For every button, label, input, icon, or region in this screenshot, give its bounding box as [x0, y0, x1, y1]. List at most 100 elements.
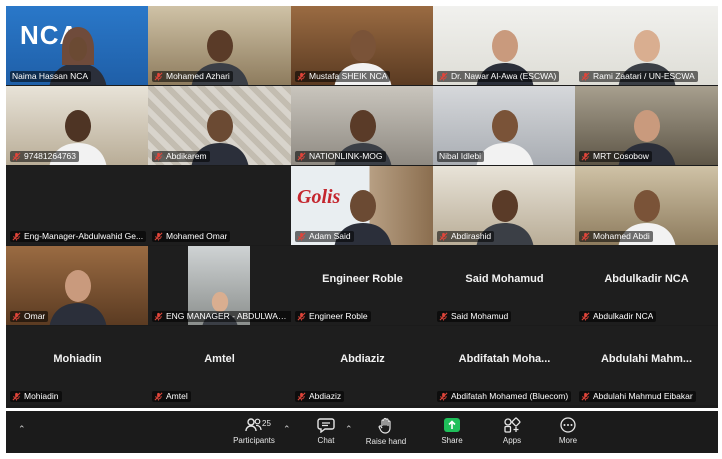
- participant-display-name: Abdiaziz: [340, 352, 385, 365]
- participant-name-label: Abdulahi Mahmud Eibakar: [579, 391, 696, 402]
- muted-mic-icon: [297, 232, 306, 241]
- video-tile[interactable]: Dr. Nawar Al-Awa (ESCWA): [433, 6, 576, 85]
- muted-mic-icon: [581, 392, 590, 401]
- muted-mic-icon: [439, 392, 448, 401]
- muted-mic-icon: [297, 312, 306, 321]
- participant-name-label: 97481264763: [10, 151, 80, 162]
- muted-mic-icon: [439, 312, 448, 321]
- raise-hand-button[interactable]: Raise hand: [356, 414, 416, 450]
- participants-count: 25: [262, 419, 271, 428]
- muted-mic-icon: [12, 152, 21, 161]
- apps-label: Apps: [502, 436, 522, 445]
- video-tile[interactable]: Amtel Amtel: [148, 326, 291, 405]
- muted-mic-icon: [297, 72, 306, 81]
- muted-mic-icon: [581, 72, 590, 81]
- participant-name-text: Adam Said: [309, 231, 351, 241]
- participant-name-text: Dr. Nawar Al-Awa (ESCWA): [451, 71, 557, 81]
- participant-name-label: Engineer Roble: [295, 311, 371, 322]
- participant-name-label: ENG MANAGER - ABDULWAHI...: [152, 311, 291, 322]
- participant-name-label: Amtel: [152, 391, 191, 402]
- participant-name-text: Abdifatah Mohamed (Bluecom): [451, 391, 569, 401]
- raise-hand-label: Raise hand: [365, 437, 407, 446]
- apps-button[interactable]: Apps: [482, 414, 542, 450]
- participant-name-label: Abdikarem: [152, 151, 210, 162]
- participant-name-label: Mohiadin: [10, 391, 62, 402]
- muted-mic-icon: [12, 232, 21, 241]
- participant-name-label: MRT Cosobow: [579, 151, 652, 162]
- video-tile[interactable]: Mohiadin Mohiadin: [6, 326, 149, 405]
- participants-icon: [245, 418, 262, 432]
- participant-name-text: Omar: [24, 311, 46, 321]
- participant-name-text: Abdiaziz: [309, 391, 342, 401]
- video-tile[interactable]: MRT Cosobow: [575, 86, 718, 165]
- muted-mic-icon: [154, 232, 163, 241]
- muted-mic-icon: [297, 392, 306, 401]
- participant-name-text: Rami Zaatari / UN-ESCWA: [593, 71, 695, 81]
- video-tile[interactable]: Mohamed Azhari: [148, 6, 291, 85]
- video-tile[interactable]: Abdikarem: [148, 86, 291, 165]
- video-tile[interactable]: Eng-Manager-Abdulwahid Ge...: [6, 166, 149, 245]
- participant-display-name: Said Mohamud: [465, 272, 544, 285]
- share-button[interactable]: Share: [422, 414, 482, 450]
- participant-name-text: MRT Cosobow: [593, 151, 649, 161]
- video-tile[interactable]: Nibal Idlebi: [433, 86, 576, 165]
- muted-mic-icon: [154, 312, 163, 321]
- video-tile[interactable]: Engineer Roble Engineer Roble: [291, 246, 434, 325]
- more-icon: [560, 417, 576, 433]
- video-tile[interactable]: Abdulkadir NCA Abdulkadir NCA: [575, 246, 718, 325]
- participant-name-label: Naima Hassan NCA: [10, 71, 92, 82]
- muted-mic-icon: [581, 312, 590, 321]
- participant-name-label: Mohamed Omar: [152, 231, 231, 242]
- participant-name-text: Abdulkadir NCA: [593, 311, 654, 321]
- chat-label: Chat: [317, 436, 335, 445]
- video-tile[interactable]: NCA Naima Hassan NCA: [6, 6, 149, 85]
- participant-name-text: Mohamed Abdi: [593, 231, 650, 241]
- more-button[interactable]: More: [538, 414, 598, 450]
- video-tile[interactable]: Abdulahi Mahm... Abdulahi Mahmud Eibakar: [575, 326, 718, 405]
- muted-mic-icon: [154, 392, 163, 401]
- video-tile[interactable]: Said Mohamud Said Mohamud: [433, 246, 576, 325]
- participant-name-text: Said Mohamud: [451, 311, 509, 321]
- video-tile[interactable]: Abdirashid: [433, 166, 576, 245]
- participant-silhouette: [49, 270, 106, 325]
- video-gallery: NCA Naima Hassan NCA Mohamed Azhari Mustafa…: [6, 6, 718, 408]
- video-tile[interactable]: Rami Zaatari / UN-ESCWA: [575, 6, 718, 85]
- video-tile[interactable]: Abdifatah Moha... Abdifatah Mohamed (Blue…: [433, 326, 576, 405]
- participant-name-text: 97481264763: [24, 151, 77, 161]
- participant-display-name: Mohiadin: [53, 352, 102, 365]
- video-tile[interactable]: ENG MANAGER - ABDULWAHI...: [148, 246, 291, 325]
- share-screen-icon: [444, 418, 460, 432]
- participant-name-label: Mustafa SHEIK NCA: [295, 71, 391, 82]
- participants-options-icon[interactable]: ⌃: [283, 424, 291, 435]
- raise-hand-icon: [378, 417, 391, 434]
- muted-mic-icon: [12, 312, 21, 321]
- video-tile[interactable]: Mohamed Omar: [148, 166, 291, 245]
- video-tile[interactable]: NATIONLINK-MOG: [291, 86, 434, 165]
- video-tile[interactable]: Golis Adam Said: [291, 166, 434, 245]
- video-tile[interactable]: 97481264763: [6, 86, 149, 165]
- participant-display-name: Abdifatah Moha...: [458, 352, 551, 365]
- participant-name-label: NATIONLINK-MOG: [295, 151, 386, 162]
- participant-name-text: ENG MANAGER - ABDULWAHI...: [166, 311, 290, 321]
- video-tile[interactable]: Omar: [6, 246, 149, 325]
- chat-options-icon[interactable]: ⌃: [345, 424, 353, 435]
- video-tile[interactable]: Abdiaziz Abdiaziz: [291, 326, 434, 405]
- video-tile[interactable]: Mohamed Abdi: [575, 166, 718, 245]
- participant-name-text: Mustafa SHEIK NCA: [309, 71, 388, 81]
- participant-name-label: Nibal Idlebi: [437, 151, 485, 162]
- participant-name-text: Engineer Roble: [309, 311, 368, 321]
- participant-name-label: Abdifatah Mohamed (Bluecom): [437, 391, 572, 402]
- muted-mic-icon: [581, 232, 590, 241]
- participant-name-text: Abdulahi Mahmud Eibakar: [593, 391, 693, 401]
- video-tile[interactable]: Mustafa SHEIK NCA: [291, 6, 434, 85]
- participants-button[interactable]: Participants: [224, 414, 284, 450]
- participant-name-text: Mohamed Azhari: [166, 71, 230, 81]
- muted-mic-icon: [154, 72, 163, 81]
- participant-display-name: Abdulahi Mahm...: [600, 352, 693, 365]
- apps-icon: [504, 417, 521, 433]
- participant-name-text: Naima Hassan NCA: [12, 71, 89, 81]
- participant-name-text: Mohiadin: [24, 391, 59, 401]
- chevron-up-icon[interactable]: ⌃: [18, 424, 26, 435]
- participant-name-label: Abdirashid: [437, 231, 495, 242]
- participant-name-label: Abdulkadir NCA: [579, 311, 657, 322]
